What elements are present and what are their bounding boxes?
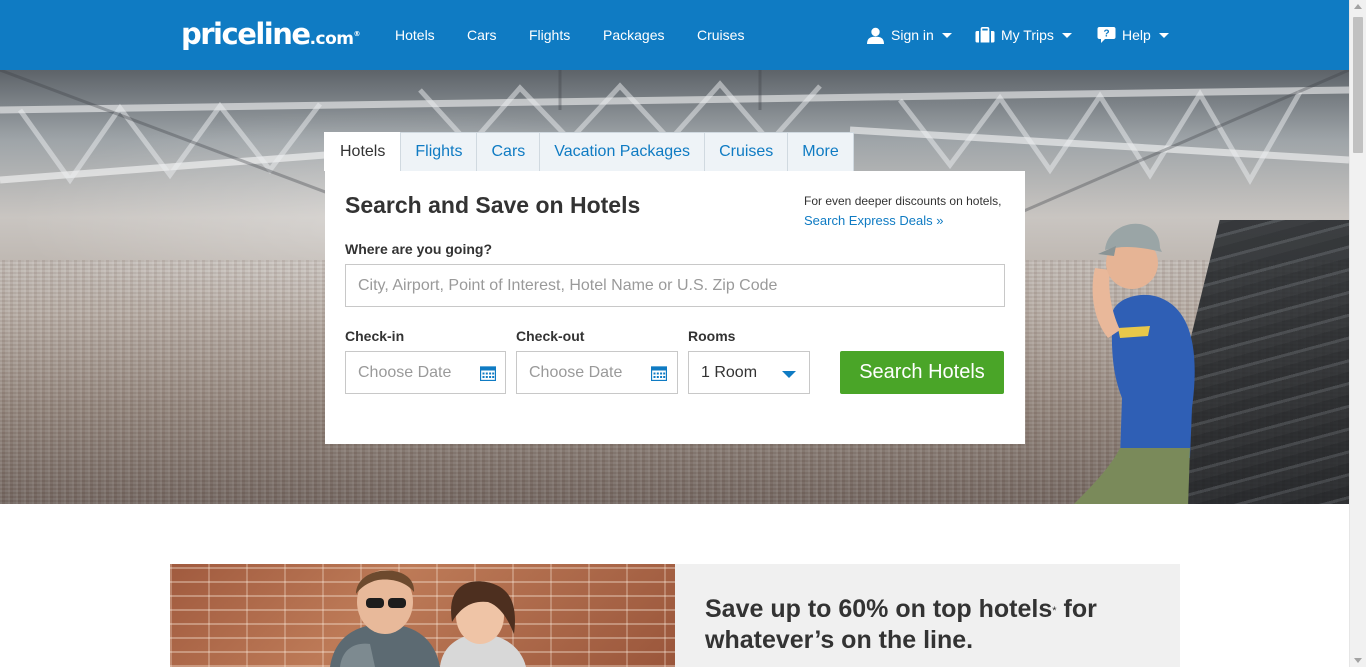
sign-in-menu[interactable]: Sign in (866, 24, 952, 46)
scroll-down-arrow-icon[interactable] (1354, 658, 1362, 663)
chevron-down-icon (1158, 32, 1169, 38)
my-trips-label: My Trips (1001, 27, 1054, 43)
tab-cars[interactable]: Cars (476, 132, 541, 171)
promo-headline: Save up to 60% on top hotels* for whatev… (705, 595, 1097, 654)
product-tabs: Hotels Flights Cars Vacation Packages Cr… (324, 132, 854, 171)
suitcase-icon (975, 27, 995, 43)
chevron-down-icon (941, 32, 952, 38)
scroll-thumb[interactable] (1353, 17, 1363, 153)
calendar-icon[interactable] (651, 365, 667, 381)
tab-flights[interactable]: Flights (400, 132, 478, 171)
help-label: Help (1122, 27, 1151, 43)
help-menu[interactable]: ? Help (1097, 24, 1169, 46)
rooms-label: Rooms (688, 328, 736, 344)
user-icon (867, 27, 884, 44)
search-hotels-button[interactable]: Search Hotels (840, 351, 1004, 394)
nav-flights[interactable]: Flights (529, 27, 570, 43)
express-deals-link[interactable]: Search Express Deals » (804, 213, 943, 229)
couple-illustration (330, 570, 526, 667)
help-bubble-icon: ? (1097, 27, 1116, 43)
rooms-value: 1 Room (701, 364, 758, 381)
site-header: priceline.com® Hotels Cars Flights Packa… (0, 0, 1349, 70)
priceline-logo[interactable]: priceline.com® (181, 17, 361, 56)
my-trips-menu[interactable]: My Trips (975, 24, 1072, 46)
scroll-up-arrow-icon[interactable] (1354, 4, 1362, 9)
express-deals-text: For even deeper discounts on hotels, (804, 194, 1002, 208)
checkin-label: Check-in (345, 328, 405, 344)
tab-hotels[interactable]: Hotels (324, 132, 402, 171)
promo-banner: Save up to 60% on top hotels* for whatev… (170, 564, 1180, 667)
nav-packages[interactable]: Packages (603, 27, 664, 43)
tab-cruises[interactable]: Cruises (704, 132, 789, 171)
nav-cars[interactable]: Cars (467, 27, 497, 43)
nav-hotels[interactable]: Hotels (395, 27, 435, 43)
page-scrollbar[interactable] (1349, 0, 1366, 667)
tab-more[interactable]: More (787, 132, 854, 171)
destination-input[interactable] (345, 264, 1005, 307)
boy-cheering-image (1073, 223, 1195, 504)
destination-label: Where are you going? (345, 241, 493, 257)
nav-cruises[interactable]: Cruises (697, 27, 744, 43)
checkout-label: Check-out (516, 328, 585, 344)
couple-photo (170, 564, 675, 667)
chevron-down-icon (1061, 32, 1072, 38)
calendar-icon[interactable] (480, 365, 496, 381)
sign-in-label: Sign in (891, 27, 934, 43)
hotel-search-panel: Search and Save on Hotels For even deepe… (325, 171, 1025, 444)
search-title: Search and Save on Hotels (345, 192, 641, 218)
tab-vacation-packages[interactable]: Vacation Packages (539, 132, 706, 171)
chevron-down-icon (782, 371, 796, 378)
rooms-select[interactable]: 1 Room (688, 351, 810, 394)
svg-text:?: ? (1103, 29, 1109, 40)
